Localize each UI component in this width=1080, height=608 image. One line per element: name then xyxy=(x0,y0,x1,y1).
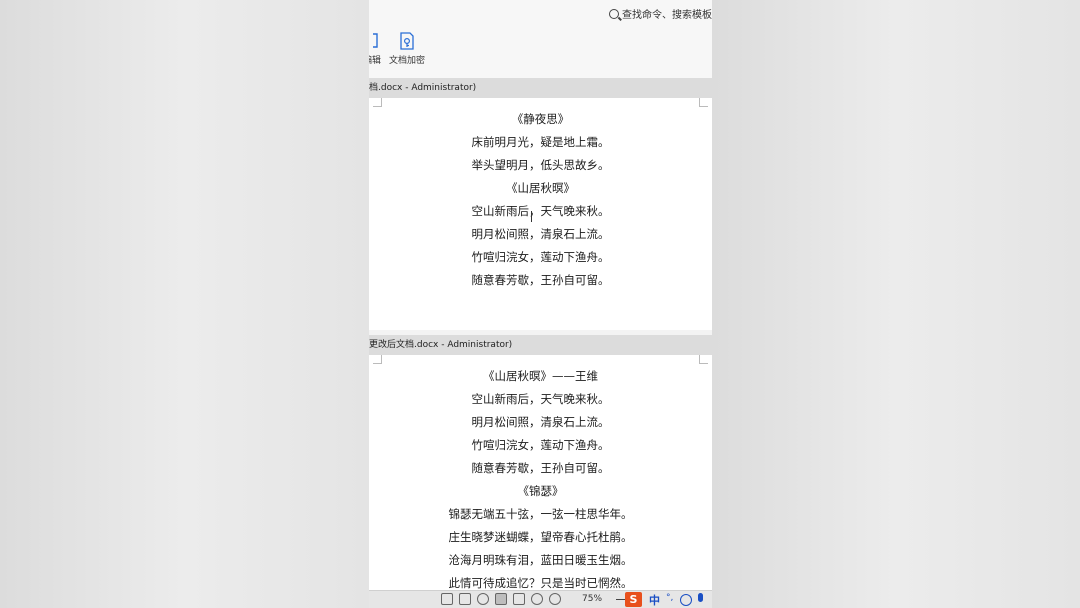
text-line: 《锦瑟》 xyxy=(517,484,564,498)
text-line: 空山新雨后，天气晚来秋。 xyxy=(471,204,610,218)
edit-icon xyxy=(373,33,378,48)
view-mode-buttons xyxy=(441,593,561,605)
search-icon xyxy=(609,8,619,19)
text-line: 庄生晓梦迷蝴蝶，望帝春心托杜鹃。 xyxy=(448,530,633,544)
page-corner-mark xyxy=(699,98,708,107)
text-line: 《山居秋暝》 xyxy=(506,181,575,195)
web-view-icon[interactable] xyxy=(531,593,543,605)
text-line: 锦瑟无端五十弦，一弦一柱思华年。 xyxy=(448,507,633,521)
text-line: 随意春芳歇，王孙自可留。 xyxy=(471,461,610,475)
text-line: 此情可待成追忆？只是当时已惘然。 xyxy=(448,576,633,590)
text-line: 空山新雨后，天气晚来秋。 xyxy=(471,392,610,406)
background-left xyxy=(0,0,369,608)
text-line: 沧海月明珠有泪，蓝田日暖玉生烟。 xyxy=(448,553,633,567)
page-corner-mark xyxy=(699,355,708,364)
eye-protection-icon[interactable] xyxy=(549,593,561,605)
pen-icon[interactable] xyxy=(477,593,489,605)
edit-button-label: 编辑 xyxy=(369,56,382,66)
sogou-ime-icon[interactable]: S xyxy=(625,592,642,607)
text-line: 举头望明月，低头思故乡。 xyxy=(471,158,610,172)
smile-icon[interactable] xyxy=(680,594,692,606)
edit-button[interactable]: 编辑 xyxy=(369,32,381,66)
wps-app-window: 查找命令、搜索模板 编辑 文档加密 档.docx - Administrator… xyxy=(369,0,712,608)
document-page-original[interactable]: 《静夜思》 床前明月光，疑是地上霜。 举头望明月，低头思故乡。 《山居秋暝》 空… xyxy=(369,98,712,330)
text-line: 随意春芳歇，王孙自可留。 xyxy=(471,273,610,287)
text-line: 竹喧归浣女，莲动下渔舟。 xyxy=(471,250,610,264)
document-page-modified[interactable]: 《山居秋暝》——王维 空山新雨后，天气晚来秋。 明月松间照，清泉石上流。 竹喧归… xyxy=(369,355,712,590)
text-line: 床前明月光，疑是地上霜。 xyxy=(471,135,610,149)
document-text: 《静夜思》 床前明月光，疑是地上霜。 举头望明月，低头思故乡。 《山居秋暝》 空… xyxy=(369,108,712,292)
command-search[interactable]: 查找命令、搜索模板 xyxy=(609,6,712,21)
window-title-modified: 更改后文档.docx - Administrator) xyxy=(369,335,712,355)
text-line: 明月松间照，清泉石上流。 xyxy=(471,415,610,429)
document-text: 《山居秋暝》——王维 空山新雨后，天气晚来秋。 明月松间照，清泉石上流。 竹喧归… xyxy=(369,365,712,590)
microphone-icon[interactable] xyxy=(698,593,703,602)
top-bar: 查找命令、搜索模板 xyxy=(369,0,712,26)
reading-mode-icon[interactable] xyxy=(459,593,471,605)
page-corner-mark xyxy=(373,355,382,364)
text-cursor xyxy=(531,211,532,222)
document-encrypt-button[interactable]: 文档加密 xyxy=(389,32,425,66)
page-view-icon[interactable] xyxy=(495,593,507,605)
outline-view-icon[interactable] xyxy=(513,593,525,605)
page-corner-mark xyxy=(373,98,382,107)
fullscreen-icon[interactable] xyxy=(441,593,453,605)
window-title-original: 档.docx - Administrator) xyxy=(369,78,712,98)
text-line: 明月松间照，清泉石上流。 xyxy=(471,227,610,241)
command-search-label: 查找命令、搜索模板 xyxy=(622,10,712,21)
background-right xyxy=(712,0,1080,608)
text-line: 《山居秋暝》——王维 xyxy=(483,369,598,383)
document-encrypt-label: 文档加密 xyxy=(389,56,426,66)
zoom-level[interactable]: 75% xyxy=(582,594,602,604)
text-line: 《静夜思》 xyxy=(511,112,570,126)
status-bar: 75% S 中 °, xyxy=(369,590,712,608)
ime-punctuation[interactable]: °, xyxy=(666,593,673,603)
document-encrypt-icon xyxy=(400,32,414,50)
ime-mode[interactable]: 中 xyxy=(649,592,660,608)
text-line: 竹喧归浣女，莲动下渔舟。 xyxy=(471,438,610,452)
ribbon-toolbar: 编辑 文档加密 xyxy=(369,26,712,79)
